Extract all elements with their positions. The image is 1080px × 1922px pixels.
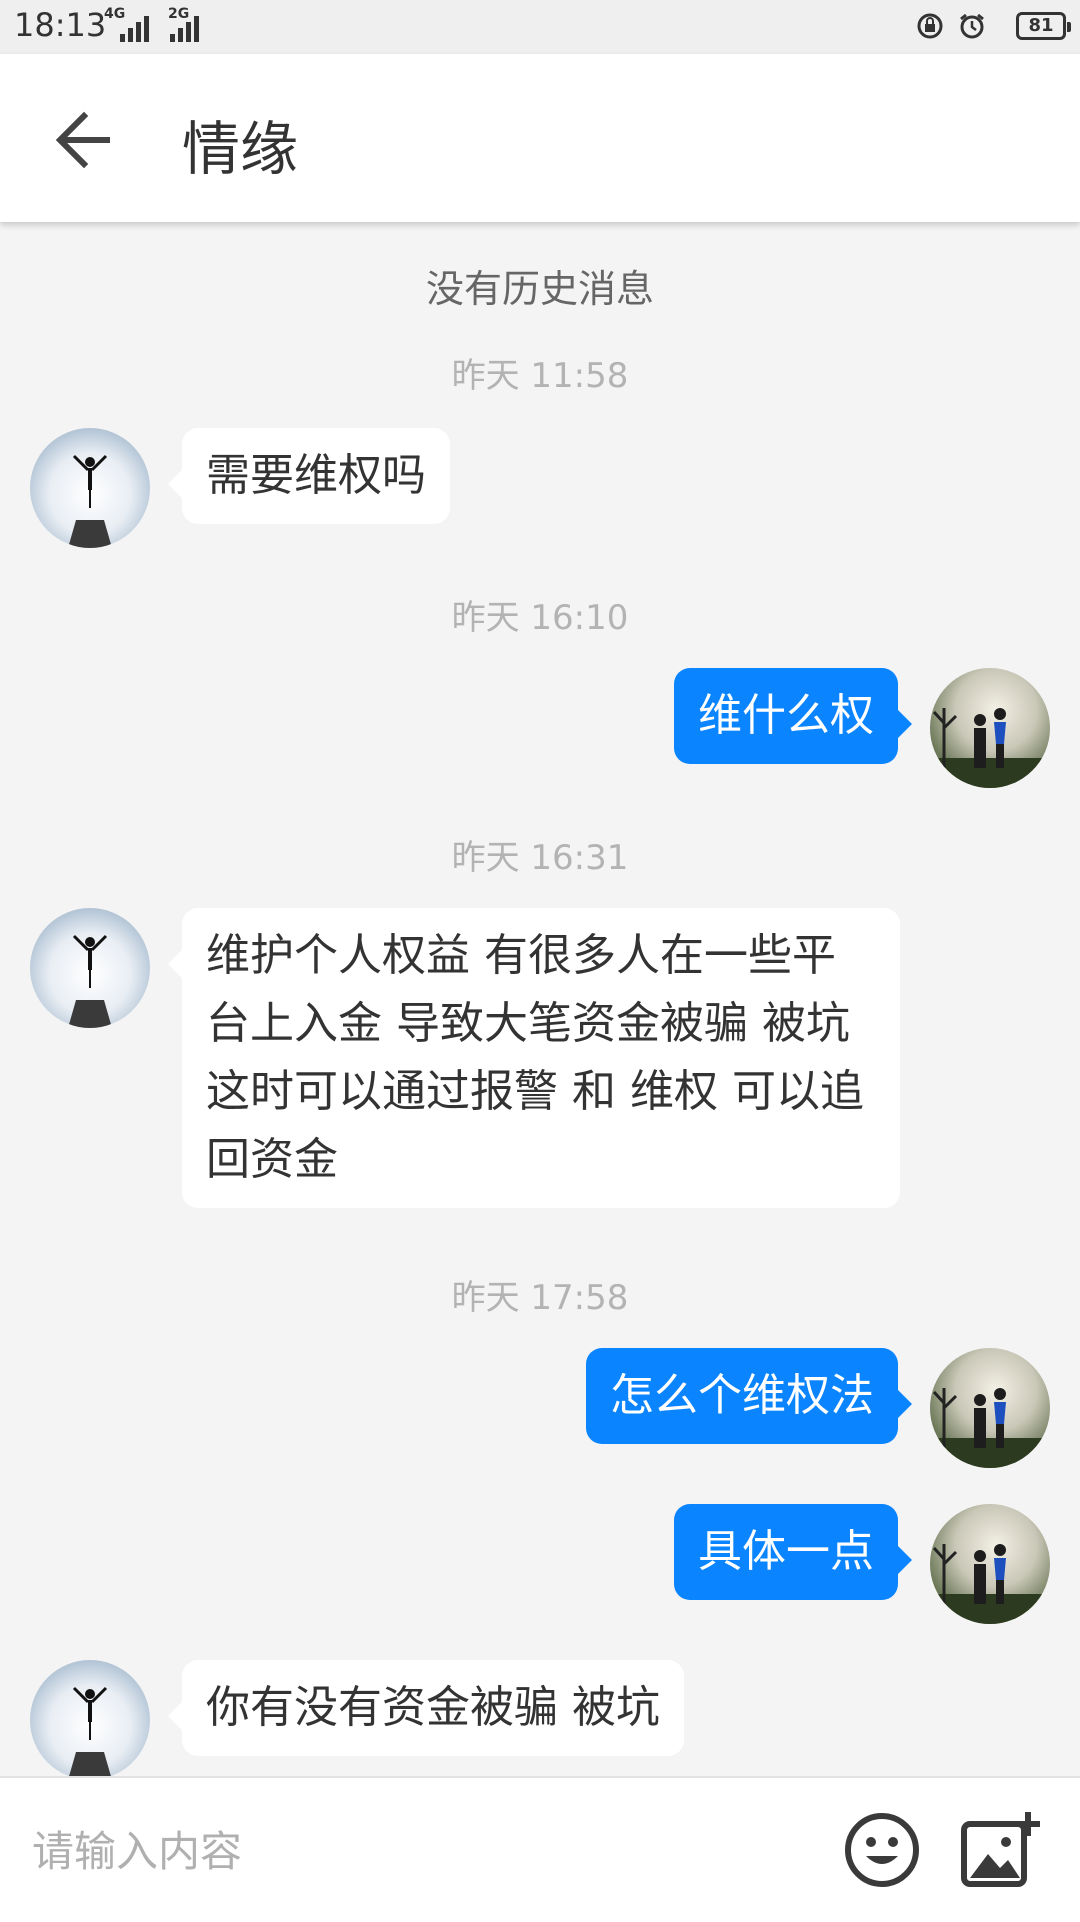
status-bar: 18:13 4G 2G 81 [0, 0, 1080, 54]
status-time: 18:13 [14, 6, 107, 44]
timestamp: 昨天 16:31 [451, 838, 629, 878]
avatar[interactable] [30, 1660, 150, 1780]
no-history-label: 没有历史消息 [425, 267, 654, 311]
timestamp: 昨天 17:58 [451, 1278, 629, 1318]
emoji-icon[interactable] [842, 1810, 922, 1890]
network-type-2: 2G [168, 6, 190, 22]
message-text: 怎么个维权法 [610, 1370, 874, 1421]
network-type-1: 4G [104, 6, 126, 22]
alarm-icon [960, 13, 984, 39]
couple-silhouette-icon [930, 1388, 1050, 1468]
lock-rotation-icon [917, 13, 943, 39]
battery-level: 81 [1028, 15, 1054, 36]
timestamp: 昨天 11:58 [451, 356, 629, 396]
message-text: 需要维权吗 [206, 450, 426, 501]
incoming-message-bubble[interactable]: 你有没有资金被骗 被坑 [168, 1660, 684, 1756]
message-text: 你有没有资金被骗 被坑 [206, 1682, 660, 1733]
chat-header: 情缘 [0, 54, 1080, 222]
couple-silhouette-icon [930, 708, 1050, 788]
timestamp: 昨天 16:10 [451, 598, 629, 638]
message-text: 维什么权 [698, 690, 874, 741]
avatar[interactable] [930, 1504, 1050, 1624]
person-silhouette-icon [68, 454, 112, 548]
outgoing-message-bubble[interactable]: 具体一点 [674, 1504, 912, 1600]
page-title: 情缘 [182, 115, 299, 183]
avatar[interactable] [930, 668, 1050, 788]
avatar[interactable] [30, 428, 150, 548]
add-image-icon[interactable] [958, 1808, 1042, 1892]
battery-icon: 81 [1016, 12, 1071, 40]
couple-silhouette-icon [930, 1544, 1050, 1624]
incoming-message-bubble[interactable]: 需要维权吗 [168, 428, 450, 524]
avatar[interactable] [30, 908, 150, 1028]
outgoing-message-bubble[interactable]: 维什么权 [674, 668, 912, 764]
person-silhouette-icon [68, 1686, 112, 1780]
arrow-left-icon[interactable] [44, 100, 124, 180]
incoming-message-bubble[interactable]: 维护个人权益 有很多人在一些平台上入金 导致大笔资金被骗 被坑 这时可以通过报警… [168, 908, 900, 1208]
person-silhouette-icon [68, 934, 112, 1028]
message-input[interactable] [30, 1814, 794, 1888]
message-text: 维护个人权益 有很多人在一些平台上入金 导致大笔资金被骗 被坑 这时可以通过报警… [206, 930, 864, 1185]
outgoing-message-bubble[interactable]: 怎么个维权法 [586, 1348, 912, 1444]
message-text: 具体一点 [698, 1526, 874, 1577]
message-input-bar [0, 1776, 1080, 1922]
avatar[interactable] [930, 1348, 1050, 1468]
